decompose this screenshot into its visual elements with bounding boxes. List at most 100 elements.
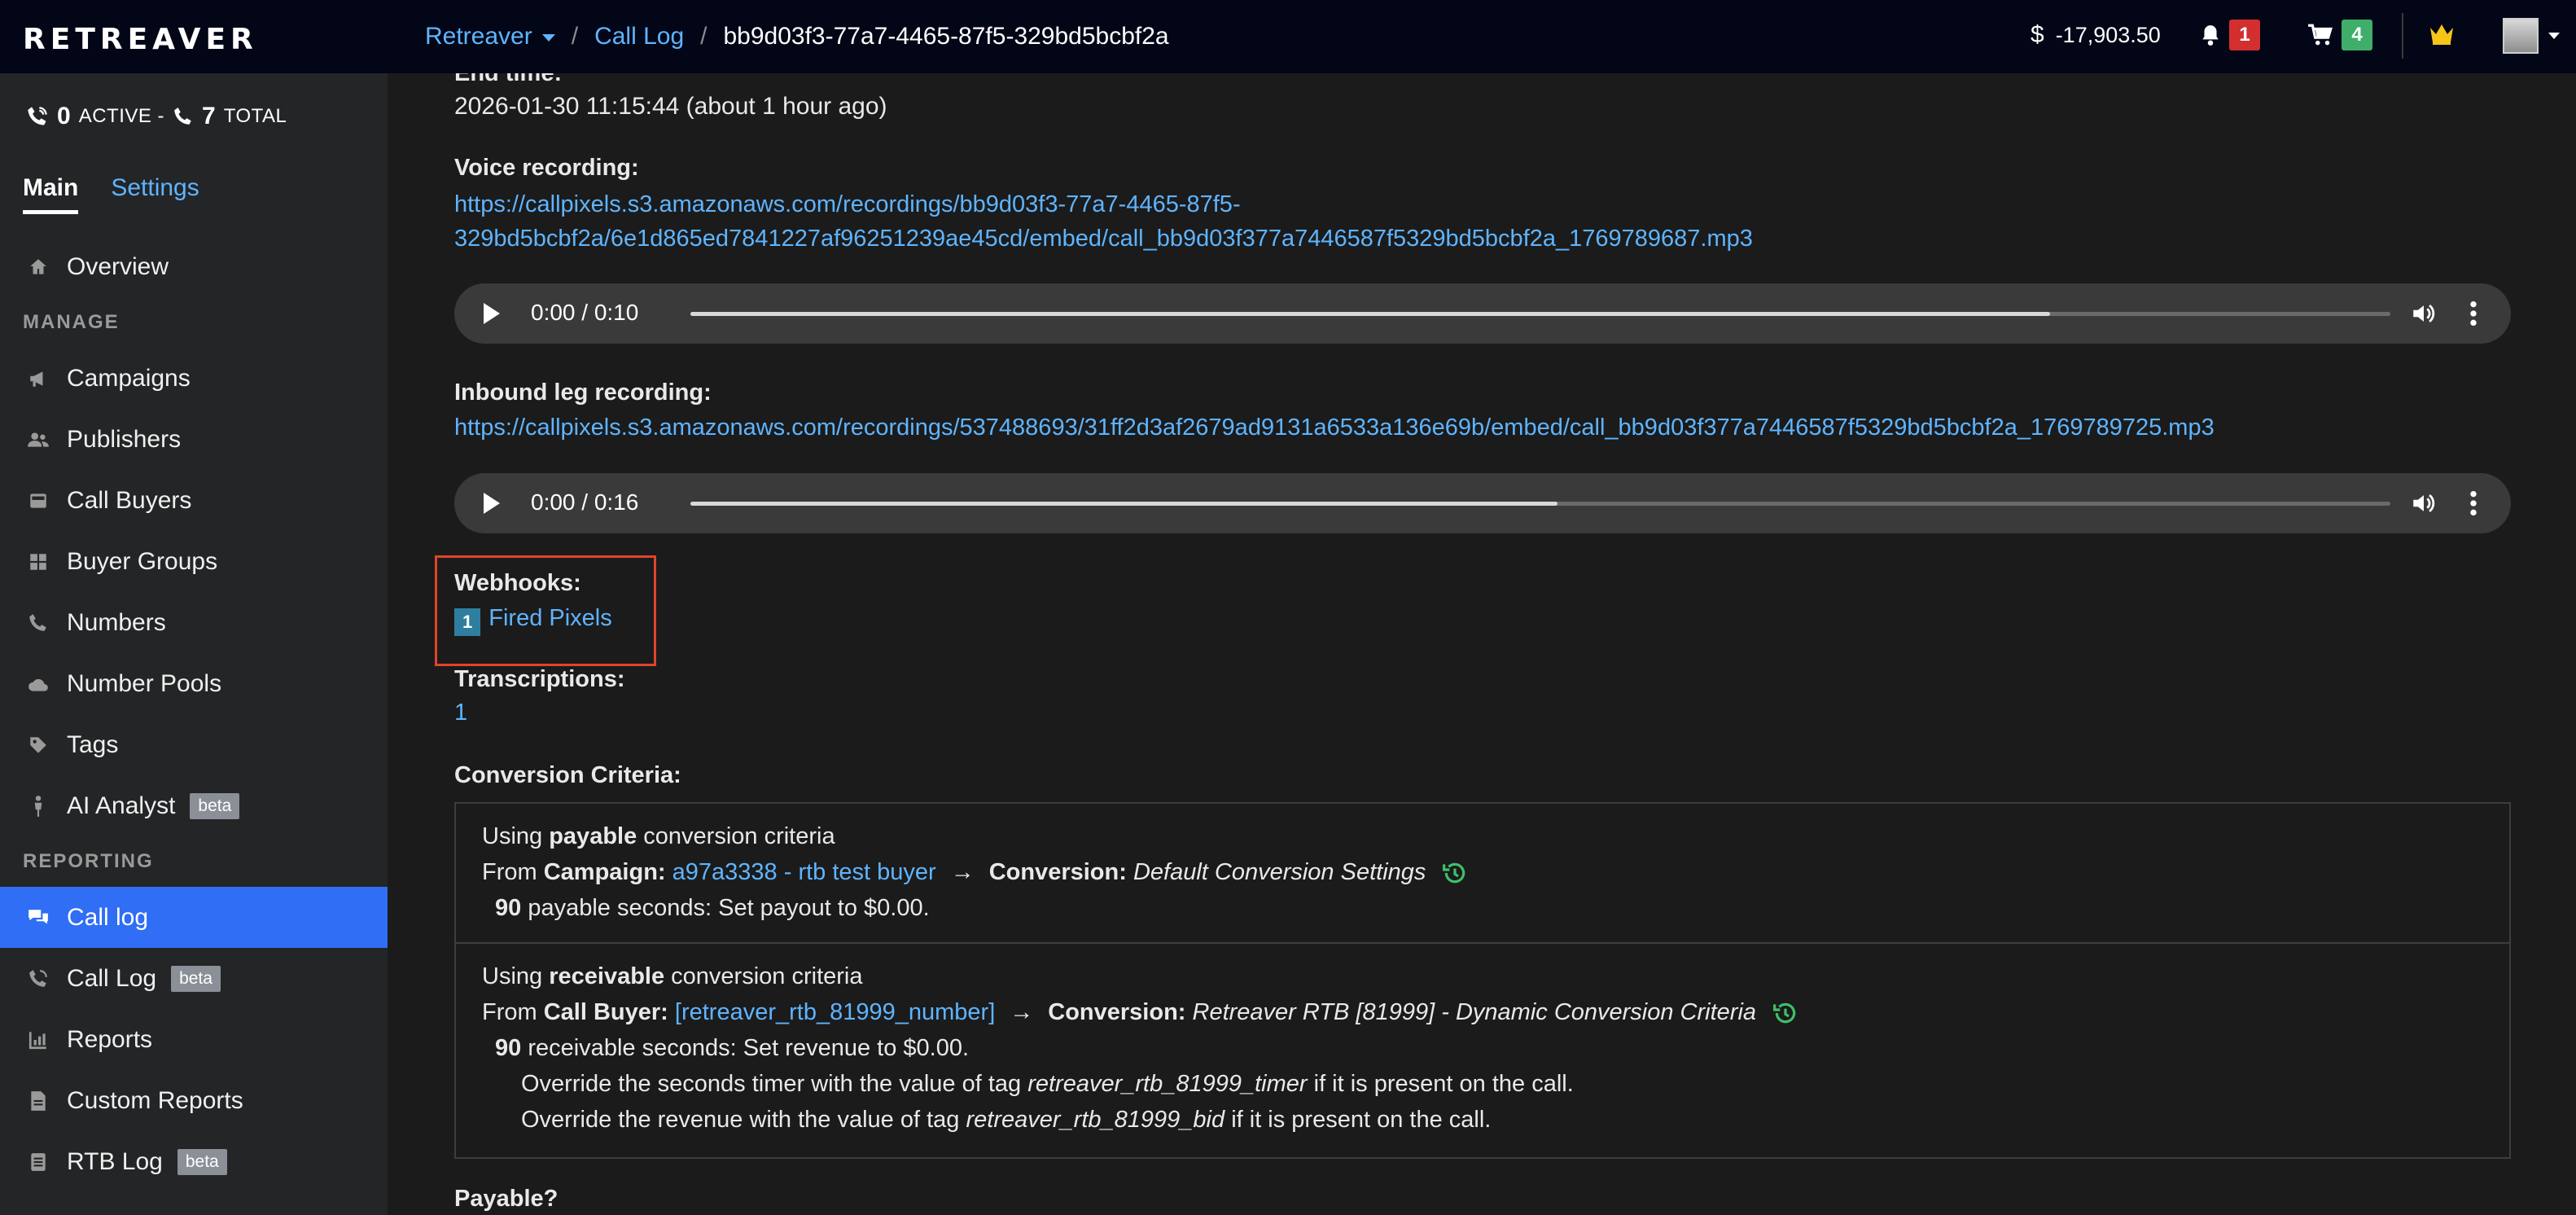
receivable-seconds-text: receivable seconds: Set revenue to $0.00… (528, 1035, 970, 1061)
inbound-recording-link[interactable]: https://callpixels.s3.amazonaws.com/reco… (454, 410, 2215, 445)
text-using: Using (482, 823, 543, 849)
play-icon[interactable] (484, 493, 500, 514)
tag-icon (26, 735, 50, 756)
inbound-player-time: 0:00 / 0:16 (531, 489, 639, 515)
conversion-value: Retreaver RTB [81999] - Dynamic Conversi… (1192, 999, 1757, 1025)
inbound-player-seekbar[interactable] (690, 502, 2390, 506)
sidebar-item-campaigns[interactable]: Campaigns (0, 348, 388, 409)
volume-icon[interactable] (2410, 300, 2438, 327)
source-label: Campaign: (543, 859, 666, 885)
tab-settings[interactable]: Settings (111, 174, 199, 214)
cart-count-badge: 4 (2342, 20, 2372, 50)
sidebar: 0 ACTIVE - 7 TOTAL Main Settings Overvie… (0, 73, 388, 1215)
sidebar-item-numbers[interactable]: Numbers (0, 592, 388, 653)
sidebar-item-reports[interactable]: Reports (0, 1009, 388, 1070)
sidebar-item-label: Buyer Groups (67, 547, 218, 575)
conversion-criteria-label: Conversion Criteria: (454, 762, 681, 788)
sidebar-item-buyer-groups[interactable]: Buyer Groups (0, 531, 388, 592)
megaphone-icon (26, 368, 50, 389)
payable-criteria-row: Using payable conversion criteria From C… (456, 804, 2509, 944)
sidebar-item-publishers[interactable]: Publishers (0, 409, 388, 470)
volume-icon[interactable] (2410, 489, 2438, 517)
receivable-using-line: Using receivable conversion criteria (482, 963, 863, 990)
history-icon[interactable] (1442, 860, 1468, 886)
voice-player-seekbar[interactable] (690, 312, 2390, 316)
sidebar-item-ai-analyst[interactable]: AI Analyst beta (0, 775, 388, 836)
sidebar-item-overview[interactable]: Overview (0, 236, 388, 297)
breadcrumb-account-label: Retreaver (425, 23, 532, 50)
sidebar-item-custom-reports[interactable]: Custom Reports (0, 1070, 388, 1131)
tab-main[interactable]: Main (23, 174, 79, 214)
campaign-link[interactable]: a97a3338 - rtb test buyer (672, 859, 936, 885)
sidebar-item-label: Numbers (67, 608, 166, 636)
sidebar-item-label: Reports (67, 1025, 153, 1053)
end-time-value: 2026-01-30 11:15:44 (about 1 hour ago) (454, 93, 887, 120)
criteria-type: payable (549, 823, 637, 849)
sidebar-nav: Overview MANAGE Campaigns Publishers Cal… (0, 236, 388, 1192)
chevron-down-icon (541, 33, 555, 42)
file-icon (26, 1090, 50, 1112)
fired-pixels-link[interactable]: 1 Fired Pixels (454, 601, 612, 636)
active-calls-label: ACTIVE - (78, 105, 165, 127)
account-balance[interactable]: $ -17,903.50 (2031, 21, 2161, 49)
voice-player-buffered (690, 312, 2051, 316)
bell-icon (2202, 25, 2219, 46)
chevron-down-icon[interactable] (2548, 33, 2560, 39)
breadcrumb: Retreaver / Call Log / bb9d03f3-77a7-446… (425, 0, 1169, 73)
voice-recording-link[interactable]: https://callpixels.s3.amazonaws.com/reco… (454, 187, 1753, 256)
user-avatar[interactable] (2503, 18, 2539, 54)
history-icon[interactable] (1772, 1000, 1798, 1026)
inbox-icon (26, 490, 50, 511)
payable-from-line: From Campaign: a97a3338 - rtb test buyer… (482, 859, 1468, 886)
sidebar-item-label: Call Log (67, 964, 157, 992)
text-using: Using (482, 963, 543, 989)
sidebar-item-tags[interactable]: Tags (0, 714, 388, 775)
transcriptions-link[interactable]: 1 (454, 695, 467, 730)
payable-label: Payable? (454, 1186, 559, 1212)
crown-icon[interactable] (2428, 21, 2456, 46)
receivable-seconds-line: 90 receivable seconds: Set revenue to $0… (495, 1035, 969, 1062)
payable-using-line: Using payable conversion criteria (482, 823, 835, 850)
sidebar-item-call-log[interactable]: Call log (0, 887, 388, 948)
notifications-button[interactable]: 1 (2200, 20, 2260, 50)
sidebar-item-call-log-beta[interactable]: Call Log beta (0, 948, 388, 1009)
voice-recording-url-line-1: https://callpixels.s3.amazonaws.com/reco… (454, 191, 1241, 217)
criteria-type: receivable (549, 963, 665, 989)
phone-icon (26, 612, 50, 634)
sidebar-item-label: Custom Reports (67, 1086, 243, 1114)
more-vertical-icon[interactable] (2469, 300, 2478, 327)
sidebar-item-number-pools[interactable]: Number Pools (0, 653, 388, 714)
override-timer-line: Override the seconds timer with the valu… (521, 1071, 1574, 1098)
section-manage: MANAGE (23, 311, 120, 333)
sidebar-item-label: Call log (67, 903, 149, 931)
play-icon[interactable] (484, 303, 500, 324)
beta-badge: beta (177, 1148, 227, 1175)
bar-chart-icon (26, 1029, 50, 1051)
voice-player-time: 0:00 / 0:10 (531, 300, 639, 325)
text-conversion-criteria: conversion criteria (671, 963, 863, 989)
topbar-divider (2402, 13, 2403, 59)
override-text: Override the seconds timer with the valu… (521, 1071, 1022, 1097)
sidebar-item-label: Tags (67, 730, 119, 758)
home-icon (26, 257, 50, 278)
inbound-recording-label: Inbound leg recording: (454, 379, 712, 406)
more-vertical-icon[interactable] (2469, 489, 2478, 517)
payable-seconds-value: 90 (495, 895, 522, 921)
notifications-count-badge: 1 (2229, 20, 2260, 50)
breadcrumb-call-log[interactable]: Call Log (594, 23, 684, 50)
cart-button[interactable]: 4 (2307, 20, 2372, 50)
conversion-value: Default Conversion Settings (1132, 859, 1426, 885)
end-time-label: End time: (454, 73, 563, 86)
sidebar-item-label: RTB Log (67, 1147, 163, 1175)
balance-value: -17,903.50 (2055, 23, 2161, 47)
source-label: Call Buyer: (543, 999, 668, 1025)
retreaver-logo[interactable]: RETREAVER (23, 23, 258, 56)
call-buyer-link[interactable]: [retreaver_rtb_81999_number] (675, 999, 995, 1025)
override-text: if it is present on the call. (1313, 1071, 1574, 1097)
sidebar-item-label: AI Analyst (67, 792, 176, 819)
sidebar-item-call-buyers[interactable]: Call Buyers (0, 470, 388, 531)
text-from: From (482, 859, 537, 885)
breadcrumb-account[interactable]: Retreaver (425, 23, 555, 50)
sidebar-item-rtb-log[interactable]: RTB Log beta (0, 1131, 388, 1192)
sidebar-item-label: Call Buyers (67, 486, 192, 514)
